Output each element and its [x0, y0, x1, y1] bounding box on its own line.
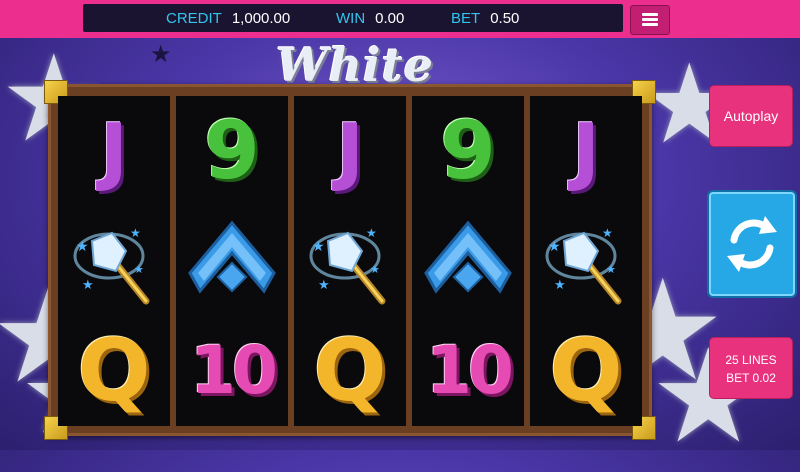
bet-per-line-label: BET 0.02 [726, 371, 776, 385]
symbol-text: J [572, 108, 600, 194]
reels-frame: J ★ ★ ★ ★ Q 9 10 J ★ ★ ★ ★ Q 9 10 J ★ ★ ★ ★ Q [44, 80, 656, 440]
reel-1: J ★ ★ ★ ★ Q [58, 96, 170, 426]
symbol-hat-icon [412, 206, 524, 316]
autoplay-button[interactable]: Autoplay [709, 85, 793, 147]
hamburger-menu-icon [642, 18, 658, 21]
spin-button[interactable] [707, 190, 797, 298]
svg-text:★: ★ [134, 264, 144, 276]
svg-text:★: ★ [548, 238, 561, 254]
symbol-text: Q [313, 321, 387, 421]
svg-text:★: ★ [602, 226, 613, 240]
symbol-wand-icon: ★ ★ ★ ★ [294, 206, 406, 316]
svg-text:★: ★ [318, 277, 330, 292]
svg-text:★: ★ [82, 277, 94, 292]
credit-label: CREDIT [166, 10, 222, 27]
lines-bet-button[interactable]: 25 LINES BET 0.02 [709, 337, 793, 399]
symbol-text: J [100, 108, 128, 194]
win-label: WIN [336, 10, 366, 27]
symbol-text: 9 [440, 104, 496, 197]
symbol-Q: Q [294, 316, 406, 426]
background-star-icon: ★ [150, 41, 172, 68]
svg-text:★: ★ [606, 264, 616, 276]
lines-label: 25 LINES [725, 353, 777, 367]
svg-text:★: ★ [76, 238, 89, 254]
symbol-text: 10 [426, 332, 514, 409]
symbol-wand-icon: ★ ★ ★ ★ [58, 206, 170, 316]
symbol-Q: Q [58, 316, 170, 426]
symbol-text: 9 [204, 104, 260, 197]
win-display: WIN 0.00 [336, 10, 404, 27]
symbol-J: J [58, 96, 170, 206]
svg-text:★: ★ [130, 226, 141, 240]
symbol-J: J [294, 96, 406, 206]
symbol-9: 9 [412, 96, 524, 206]
reel-4: 9 10 [412, 96, 524, 426]
hamburger-menu-icon [642, 23, 658, 26]
symbol-10: 10 [412, 316, 524, 426]
symbol-text: Q [549, 321, 623, 421]
stats-panel: CREDIT 1,000.00 WIN 0.00 BET 0.50 [83, 4, 623, 32]
symbol-J: J [530, 96, 642, 206]
bet-value: 0.50 [490, 10, 520, 27]
symbol-hat-icon [176, 206, 288, 316]
symbol-10: 10 [176, 316, 288, 426]
reels-grid: J ★ ★ ★ ★ Q 9 10 J ★ ★ ★ ★ Q 9 10 J ★ ★ ★ ★ Q [58, 96, 642, 426]
reel-5: J ★ ★ ★ ★ Q [530, 96, 642, 426]
symbol-Q: Q [530, 316, 642, 426]
menu-button[interactable] [630, 5, 670, 35]
symbol-text: 10 [190, 332, 278, 409]
symbol-text: J [336, 108, 364, 194]
reel-3: J ★ ★ ★ ★ Q [294, 96, 406, 426]
symbol-text: Q [77, 321, 151, 421]
bet-display: BET 0.50 [451, 10, 519, 27]
win-value: 0.00 [375, 10, 405, 27]
autoplay-label: Autoplay [723, 108, 779, 124]
credit-value: 1,000.00 [231, 10, 291, 27]
top-bar: CREDIT 1,000.00 WIN 0.00 BET 0.50 [0, 0, 800, 38]
svg-text:★: ★ [312, 238, 325, 254]
credit-display: CREDIT 1,000.00 [166, 10, 290, 27]
hamburger-menu-icon [642, 13, 658, 16]
svg-text:★: ★ [366, 226, 377, 240]
svg-text:★: ★ [370, 264, 380, 276]
reel-2: 9 10 [176, 96, 288, 426]
refresh-icon [727, 216, 777, 272]
symbol-wand-icon: ★ ★ ★ ★ [530, 206, 642, 316]
symbol-9: 9 [176, 96, 288, 206]
bet-label: BET [451, 10, 481, 27]
svg-text:★: ★ [554, 277, 566, 292]
